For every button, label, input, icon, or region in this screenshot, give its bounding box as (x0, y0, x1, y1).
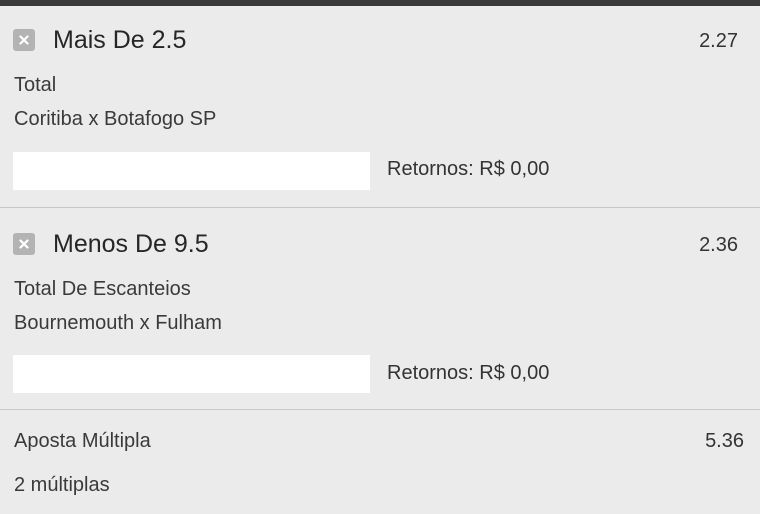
multiple-bet-label: Aposta Múltipla (14, 430, 151, 452)
selection-odds: 2.27 (699, 30, 738, 52)
multiple-bet-section: Aposta Múltipla 5.36 2 múltiplas (0, 410, 760, 514)
close-icon (19, 35, 29, 45)
selection-odds: 2.36 (699, 234, 738, 256)
selection-name: Menos De 9.5 (53, 230, 209, 258)
bet-slip-item: Menos De 9.5 2.36 Total De Escanteios Bo… (0, 208, 760, 410)
market-name: Total De Escanteios (14, 278, 191, 300)
stake-input[interactable] (13, 152, 370, 190)
close-icon (19, 239, 29, 249)
remove-selection-button[interactable] (13, 233, 35, 255)
event-name: Coritiba x Botafogo SP (14, 108, 217, 130)
event-name: Bournemouth x Fulham (14, 312, 222, 334)
returns-text: Retornos: R$ 0,00 (387, 362, 550, 384)
stake-input[interactable] (13, 355, 370, 393)
remove-selection-button[interactable] (13, 29, 35, 51)
multiple-bet-odds: 5.36 (705, 430, 744, 452)
multiple-bet-count: 2 múltiplas (14, 474, 110, 496)
market-name: Total (14, 74, 57, 96)
returns-text: Retornos: R$ 0,00 (387, 158, 550, 180)
bet-slip-item: Mais De 2.5 2.27 Total Coritiba x Botafo… (0, 6, 760, 208)
selection-name: Mais De 2.5 (53, 26, 187, 54)
